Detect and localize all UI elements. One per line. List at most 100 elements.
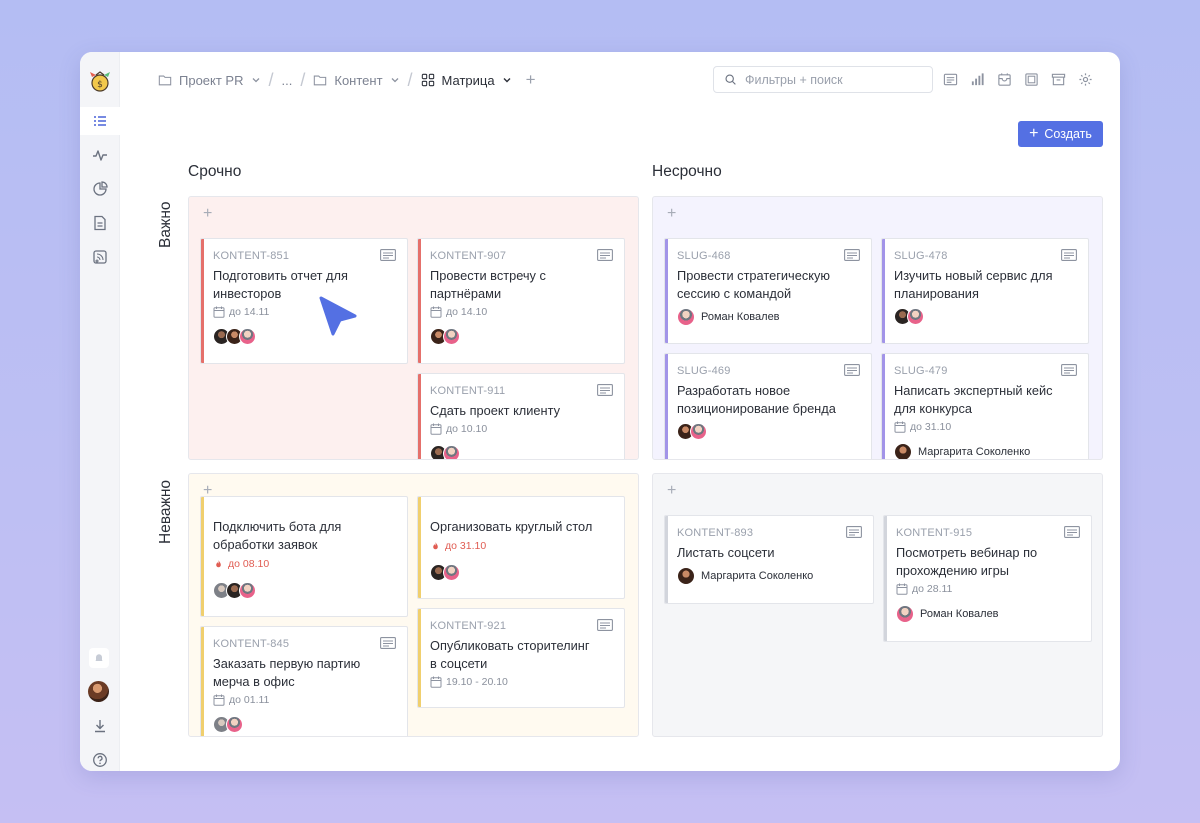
assignee-name: Роман Ковалев bbox=[920, 608, 999, 620]
task-title-line: Провести встречу с bbox=[430, 268, 546, 283]
assignees bbox=[213, 716, 243, 733]
add-task-button[interactable]: + bbox=[203, 205, 212, 223]
task-title: Провести встречу с партнёрами bbox=[430, 267, 546, 303]
task-id: KONTENT-921 bbox=[430, 620, 507, 632]
card-description-icon bbox=[1061, 364, 1077, 376]
task-title: Организовать круглый стол bbox=[430, 518, 592, 536]
app-logo[interactable]: $ bbox=[86, 66, 114, 94]
task-card[interactable]: KONTENT-915 Посмотреть вебинар по прохож… bbox=[883, 515, 1092, 642]
task-id: SLUG-469 bbox=[677, 365, 731, 377]
sidebar-item-activity[interactable] bbox=[80, 141, 120, 169]
due-date-label: до 01.11 bbox=[229, 694, 270, 706]
task-card[interactable]: KONTENT-921 Опубликовать сторителинг в с… bbox=[417, 608, 625, 708]
notifications-button[interactable] bbox=[89, 648, 109, 668]
avatar[interactable] bbox=[226, 716, 243, 733]
due-date: до 01.11 bbox=[213, 694, 269, 706]
row-header-important: Важно bbox=[157, 201, 174, 248]
app-window: $ Проект PR / ... / Контент / Матрица + … bbox=[80, 52, 1120, 771]
avatar bbox=[894, 443, 912, 459]
user-avatar[interactable] bbox=[88, 681, 109, 702]
quadrant-urgent-not-important: + Подключить бота для обработки заявок д… bbox=[188, 473, 639, 737]
task-card[interactable]: KONTENT-907 Провести встречу с партнёрам… bbox=[417, 238, 625, 364]
inbox-button[interactable] bbox=[996, 71, 1012, 87]
add-task-button[interactable]: + bbox=[667, 205, 676, 223]
task-title-line: партнёрами bbox=[430, 286, 502, 301]
card-view-button[interactable] bbox=[942, 71, 958, 87]
avatar[interactable] bbox=[443, 564, 460, 581]
add-task-button[interactable]: + bbox=[667, 482, 676, 500]
create-button[interactable]: + Создать bbox=[1018, 121, 1103, 147]
task-card[interactable]: SLUG-479 Написать экспертный кейс для ко… bbox=[881, 353, 1089, 459]
calendar-icon bbox=[1024, 72, 1038, 86]
task-card[interactable]: Подключить бота для обработки заявок до … bbox=[200, 496, 408, 617]
card-description-icon bbox=[597, 384, 613, 396]
due-date: до 10.10 bbox=[430, 423, 487, 435]
card-description-icon bbox=[846, 526, 862, 538]
due-date: до 28.11 bbox=[896, 583, 952, 595]
assignee[interactable]: Роман Ковалев bbox=[896, 605, 999, 623]
breadcrumb-view[interactable]: Матрица bbox=[421, 73, 512, 88]
assignee[interactable]: Маргарита Соколенко bbox=[894, 443, 1030, 459]
task-card[interactable]: Организовать круглый стол до 31.10 bbox=[417, 496, 625, 599]
breadcrumb-folder[interactable]: Контент bbox=[313, 73, 399, 88]
quadrant-urgent-important: + KONTENT-851 Подготовить отчет для инве… bbox=[188, 196, 639, 460]
avatar[interactable] bbox=[907, 308, 924, 325]
task-card[interactable]: KONTENT-851 Подготовить отчет для инвест… bbox=[200, 238, 408, 364]
quadrant-not-urgent-not-important: + KONTENT-893 Листать соцсети Маргарита … bbox=[652, 473, 1103, 737]
sidebar-item-documents[interactable] bbox=[80, 209, 120, 237]
card-description-icon bbox=[597, 619, 613, 631]
activity-icon bbox=[93, 150, 107, 161]
assignee-name: Маргарита Соколенко bbox=[701, 570, 814, 582]
search-icon bbox=[725, 74, 736, 85]
sidebar-item-help[interactable] bbox=[80, 746, 120, 771]
assignees bbox=[213, 328, 256, 345]
document-icon bbox=[94, 215, 106, 231]
calendar-icon bbox=[213, 694, 225, 706]
card-description-icon bbox=[1064, 526, 1080, 538]
avatar[interactable] bbox=[690, 423, 707, 440]
task-title-line: Подключить бота для bbox=[213, 519, 342, 534]
sidebar-item-reports[interactable] bbox=[80, 175, 120, 203]
search-box[interactable] bbox=[713, 66, 933, 93]
column-header-not-urgent: Несрочно bbox=[652, 163, 722, 180]
date-range-label: 19.10 - 20.10 bbox=[446, 676, 508, 688]
due-date: до 31.10 bbox=[894, 421, 951, 433]
settings-button[interactable] bbox=[1077, 71, 1093, 87]
task-title-line: планирования bbox=[894, 286, 979, 301]
archive-button[interactable] bbox=[1050, 71, 1066, 87]
calendar-icon bbox=[896, 583, 908, 595]
assignee[interactable]: Роман Ковалев bbox=[677, 308, 780, 326]
avatar[interactable] bbox=[443, 328, 460, 345]
avatar[interactable] bbox=[239, 582, 256, 599]
sidebar-item-list[interactable] bbox=[80, 107, 120, 135]
assignee[interactable]: Маргарита Соколенко bbox=[677, 567, 813, 585]
calendar-button[interactable] bbox=[1023, 71, 1039, 87]
task-title: Провести стратегическую сессию с командо… bbox=[677, 267, 830, 303]
avatar[interactable] bbox=[443, 445, 460, 459]
task-title-line: Провести стратегическую bbox=[677, 268, 830, 283]
chart-view-button[interactable] bbox=[969, 71, 985, 87]
task-card[interactable]: SLUG-468 Провести стратегическую сессию … bbox=[664, 238, 872, 344]
task-card[interactable]: KONTENT-893 Листать соцсети Маргарита Со… bbox=[664, 515, 874, 604]
sidebar-item-feed[interactable] bbox=[80, 243, 120, 271]
due-date: до 14.11 bbox=[213, 306, 269, 318]
breadcrumb-ellipsis[interactable]: ... bbox=[282, 73, 293, 88]
row-header-not-important: Неважно bbox=[157, 479, 174, 544]
search-input[interactable] bbox=[745, 72, 915, 87]
add-view-button[interactable]: + bbox=[526, 70, 536, 90]
breadcrumb-project[interactable]: Проект PR bbox=[158, 73, 261, 88]
task-card[interactable]: KONTENT-845 Заказать первую партию мерча… bbox=[200, 626, 408, 736]
task-title: Подключить бота для обработки заявок bbox=[213, 518, 341, 554]
avatar[interactable] bbox=[239, 328, 256, 345]
task-id: SLUG-468 bbox=[677, 250, 731, 262]
task-card[interactable]: SLUG-478 Изучить новый сервис для планир… bbox=[881, 238, 1089, 344]
card-description-icon bbox=[1061, 249, 1077, 261]
breadcrumb-separator: / bbox=[268, 69, 274, 90]
task-title-line: Организовать круглый стол bbox=[430, 519, 593, 534]
task-card[interactable]: KONTENT-911 Сдать проект клиенту до 10.1… bbox=[417, 373, 625, 459]
task-card[interactable]: SLUG-469 Разработать новое позиционирова… bbox=[664, 353, 872, 459]
sidebar-item-download[interactable] bbox=[80, 712, 120, 740]
task-id: KONTENT-893 bbox=[677, 527, 754, 539]
feed-icon bbox=[93, 250, 107, 264]
chevron-down-icon bbox=[391, 78, 398, 83]
